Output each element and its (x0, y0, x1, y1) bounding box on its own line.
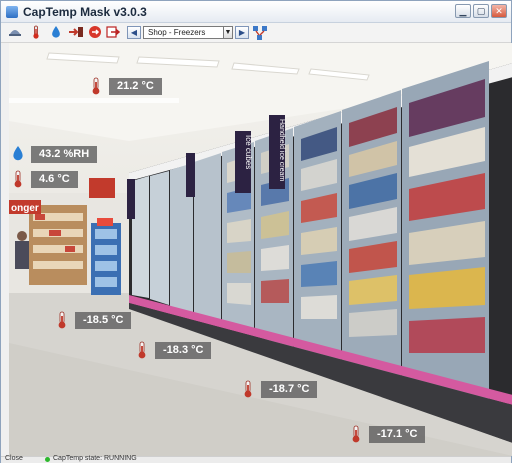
maximize-button[interactable]: ▢ (473, 4, 489, 18)
temperature-value: -18.3 °C (155, 342, 212, 359)
thermometer-icon (92, 77, 100, 95)
status-text: CapTemp state: RUNNING (53, 455, 137, 462)
import-icon[interactable] (68, 25, 84, 41)
network-icon[interactable] (252, 25, 268, 41)
previous-view-button[interactable]: ◀ (127, 26, 141, 39)
exit-icon[interactable] (87, 25, 103, 41)
window-title: CapTemp Mask v3.0.3 (23, 5, 147, 19)
status-bar: Close CapTemp state: RUNNING (1, 455, 511, 463)
freezer-aisle-view: onger Ice cubes Handheld ice cream 21.2 … (9, 43, 512, 456)
temperature-value: -17.1 °C (369, 426, 426, 443)
thermometer-icon[interactable] (28, 25, 44, 41)
status-indicator-icon (45, 457, 50, 462)
cap-icon[interactable] (7, 25, 23, 41)
close-button[interactable]: Close (5, 455, 23, 462)
toolbar: ◀ Shop - Freezers ▼ ▶ (1, 23, 511, 43)
minimize-button[interactable]: ▁ (455, 4, 471, 18)
thermometer-icon (58, 311, 66, 329)
drop-icon[interactable] (48, 25, 64, 41)
chevron-down-icon[interactable]: ▼ (223, 26, 233, 39)
thermometer-icon (138, 341, 146, 359)
store-sign: onger (11, 203, 39, 214)
water-drop-icon (13, 146, 23, 161)
aisle-sign-handheld-ice-cream: Handheld ice cream (278, 119, 285, 181)
app-window: CapTemp Mask v3.0.3 ▁ ▢ ✕ ◀ Shop - Freez… (0, 0, 512, 463)
temperature-value: 21.2 °C (109, 78, 162, 95)
thermometer-icon (352, 425, 360, 443)
aisle-sign-ice-cubes: Ice cubes (244, 135, 253, 169)
next-view-button[interactable]: ▶ (235, 26, 249, 39)
export-icon[interactable] (105, 25, 121, 41)
humidity-value: 43.2 %RH (31, 146, 98, 163)
temperature-value: 4.6 °C (31, 171, 78, 188)
app-logo-icon (6, 6, 18, 18)
view-select[interactable]: Shop - Freezers (143, 26, 231, 39)
title-bar: CapTemp Mask v3.0.3 ▁ ▢ ✕ (1, 1, 511, 23)
close-window-button[interactable]: ✕ (491, 4, 507, 18)
thermometer-icon (244, 380, 252, 398)
thermometer-icon (14, 170, 22, 188)
temperature-value: -18.7 °C (261, 381, 318, 398)
temperature-value: -18.5 °C (75, 312, 132, 329)
